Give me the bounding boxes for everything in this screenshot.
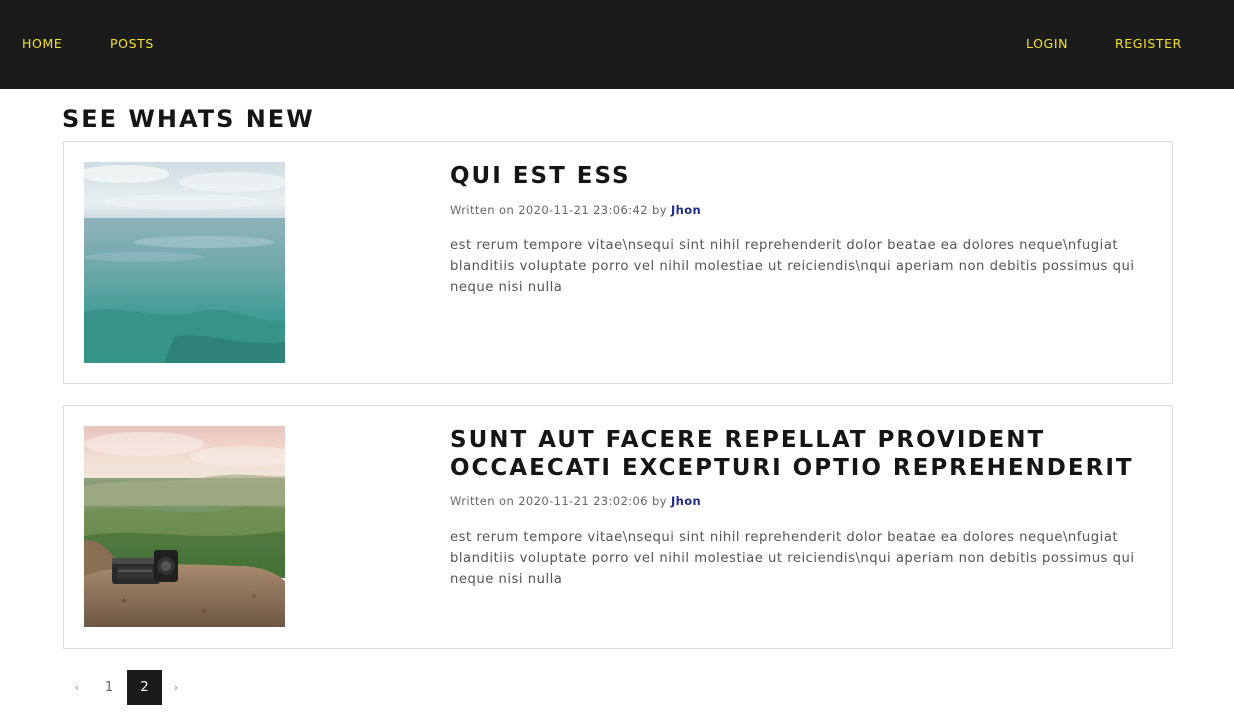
post-thumbnail-camera[interactable] (84, 426, 285, 627)
post-excerpt: est rerum tempore vitae\nsequi sint nihi… (450, 238, 1135, 295)
post-author-link[interactable]: Jhon (671, 203, 701, 217)
pagination-page-2-current[interactable]: 2 (127, 670, 162, 705)
post-author-link[interactable]: Jhon (671, 494, 701, 508)
pagination-page-1[interactable]: 1 (91, 670, 127, 705)
post-by-label: by (652, 494, 667, 508)
nav-register-link[interactable]: REGISTER (1115, 36, 1182, 52)
post-excerpt: est rerum tempore vitae\nsequi sint nihi… (450, 530, 1135, 587)
page-title: SEE WHATS NEW (62, 105, 315, 133)
post-card: SUNT AUT FACERE REPELLAT PROVIDENT OCCAE… (63, 405, 1173, 649)
post-card: QUI EST ESS Written on 2020-11-21 23:06:… (63, 141, 1173, 384)
post-written-label: Written on (450, 203, 515, 217)
top-navbar: HOME POSTS LOGIN REGISTER (0, 0, 1234, 89)
post-written-label: Written on (450, 494, 515, 508)
sea-image (84, 162, 285, 363)
nav-home-link[interactable]: HOME (22, 36, 62, 52)
post-meta: Written on 2020-11-21 23:06:42 by Jhon (450, 202, 701, 218)
nav-login-link[interactable]: LOGIN (1026, 36, 1068, 52)
post-date: 2020-11-21 23:02:06 (518, 494, 648, 508)
pagination-prev-button[interactable]: ‹ (63, 670, 91, 705)
nav-posts-link[interactable]: POSTS (110, 36, 154, 52)
post-title[interactable]: QUI EST ESS (450, 162, 1150, 190)
post-by-label: by (652, 203, 667, 217)
post-title[interactable]: SUNT AUT FACERE REPELLAT PROVIDENT OCCAE… (450, 426, 1150, 482)
post-meta: Written on 2020-11-21 23:02:06 by Jhon (450, 493, 701, 509)
post-thumbnail-sea[interactable] (84, 162, 285, 363)
camera-on-cliff-image (84, 426, 285, 627)
post-date: 2020-11-21 23:06:42 (518, 203, 648, 217)
pagination-next-button[interactable]: › (162, 670, 190, 705)
